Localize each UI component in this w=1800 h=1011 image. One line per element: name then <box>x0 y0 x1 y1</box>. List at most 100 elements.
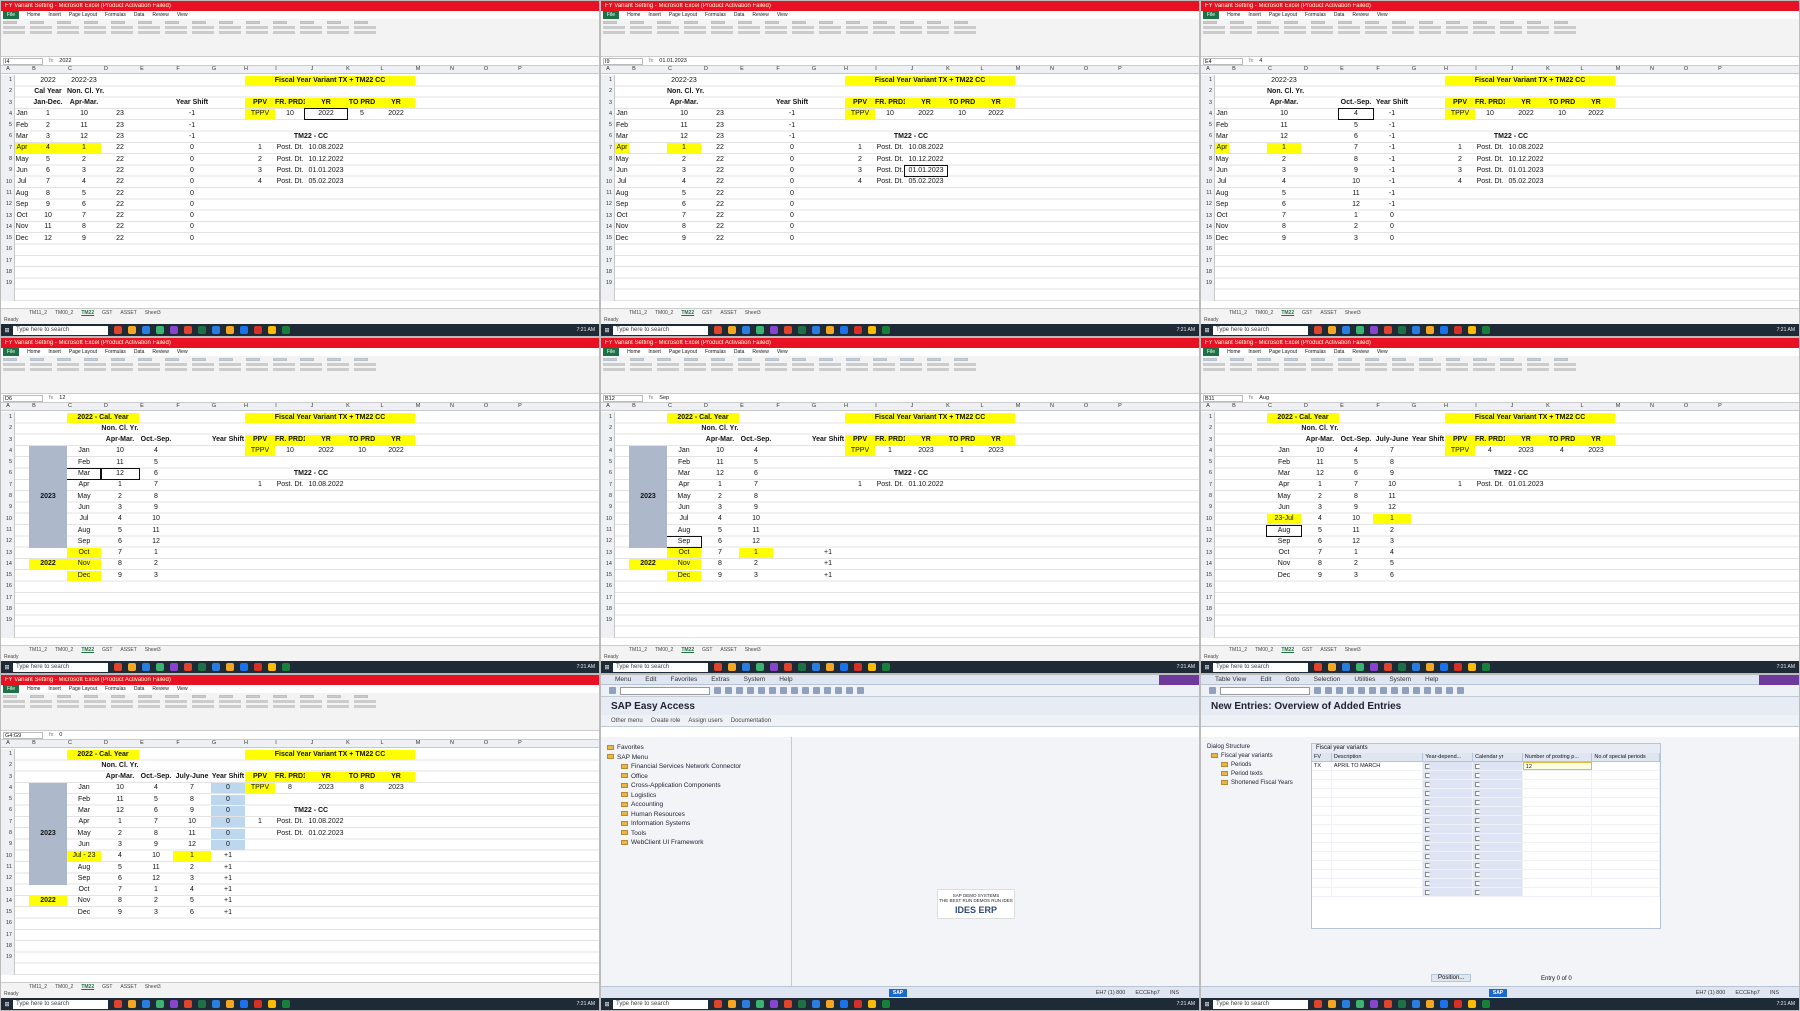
table-cell[interactable] <box>1592 771 1660 779</box>
year-label-2022[interactable]: 2022 <box>629 559 667 570</box>
checkbox[interactable] <box>1475 890 1481 895</box>
tree-node-label[interactable]: Favorites <box>617 744 644 751</box>
oct-sep-cell[interactable]: 10 <box>1339 514 1373 524</box>
fyv-header-cell[interactable]: YR <box>377 772 415 783</box>
cc-index-cell[interactable]: 4 <box>245 177 275 187</box>
year-cell[interactable]: 23 <box>101 132 139 142</box>
oct-sep-cell[interactable]: 5 <box>739 458 773 468</box>
fyv-value-cell[interactable]: 2022 <box>305 446 347 456</box>
taskbar-search-input[interactable]: Type here to search <box>13 662 108 672</box>
month-cell[interactable]: Dec <box>667 570 701 581</box>
year-shift-cell[interactable] <box>811 503 845 513</box>
year-shift-cell[interactable] <box>811 526 845 536</box>
year-shift-cell[interactable]: -1 <box>1373 143 1411 153</box>
column-letter[interactable]: O <box>469 740 503 746</box>
cell-c1[interactable]: 2022-23 <box>667 76 701 86</box>
sheet-tab-tm00_2[interactable]: TM00_2 <box>55 647 73 653</box>
row-number[interactable]: 5 <box>601 120 614 131</box>
month-cell[interactable]: Aug <box>615 189 629 199</box>
checkbox-cell[interactable] <box>1473 780 1523 788</box>
row-number[interactable]: 9 <box>601 502 614 513</box>
year-shift-cell[interactable] <box>811 492 845 502</box>
month-cell[interactable]: May <box>615 155 629 165</box>
row-number[interactable]: 16 <box>601 244 614 255</box>
dialog-node[interactable]: Shortened Fiscal Years <box>1207 779 1303 788</box>
fyv-value-cell[interactable]: 2023 <box>305 783 347 793</box>
row-number[interactable]: 10 <box>1 514 14 525</box>
sheet-tab-sheet3[interactable]: Sheet3 <box>745 310 761 316</box>
menu-item-review[interactable]: Review <box>152 686 168 692</box>
checkbox-cell[interactable] <box>1473 834 1523 842</box>
year-cell[interactable]: 22 <box>701 200 739 210</box>
tree-node-label[interactable]: Logistics <box>631 792 656 799</box>
month-cell[interactable]: Apr <box>1267 480 1301 490</box>
sap-window-controls[interactable] <box>1159 675 1199 685</box>
column-letter[interactable]: P <box>503 740 537 746</box>
taskbar-app-icon[interactable] <box>784 1000 792 1008</box>
july-june-cell[interactable]: 6 <box>173 908 211 918</box>
row-number[interactable]: 18 <box>1 941 14 952</box>
taskbar-app-icon[interactable] <box>1356 663 1364 671</box>
year-shift-cell[interactable]: +1 <box>211 908 245 918</box>
month-cell[interactable]: Apr <box>615 143 629 154</box>
tree-node[interactable]: Office <box>607 772 787 782</box>
row-number[interactable]: 14 <box>1 896 14 907</box>
row-number[interactable]: 15 <box>1 570 14 581</box>
taskbar-app-icon[interactable] <box>714 1000 722 1008</box>
cc-index-cell[interactable]: 1 <box>845 480 875 490</box>
year-cell[interactable]: 22 <box>701 143 739 153</box>
fyv-value-cell[interactable]: 4 <box>1547 446 1577 456</box>
year-shift-cell[interactable]: -1 <box>1373 166 1411 176</box>
month-cell[interactable]: Aug <box>67 526 101 536</box>
row-number[interactable]: 18 <box>601 267 614 278</box>
table-cell[interactable] <box>1592 843 1660 851</box>
ribbon-button-icon[interactable] <box>165 21 179 24</box>
fy-period-cell[interactable]: 2 <box>701 492 739 502</box>
sheet-tab-tm11_2[interactable]: TM11_2 <box>1229 647 1247 653</box>
fyv-value-cell[interactable]: 2023 <box>1505 446 1547 456</box>
fyv-header-cell[interactable]: YR <box>1577 98 1615 109</box>
year-cell[interactable]: 23 <box>101 121 139 131</box>
fy-period-cell[interactable]: 10 <box>667 109 701 119</box>
cc-index-cell[interactable] <box>245 829 275 839</box>
cell-area[interactable]: 2022-23 Non. Cl. Yr. Apr-Mar. Year Shift Jan… <box>615 75 1199 301</box>
row-number[interactable]: 12 <box>601 536 614 547</box>
oct-sep-cell[interactable]: 10 <box>1339 177 1373 187</box>
taskbar-app-icon[interactable] <box>282 326 290 334</box>
oct-sep-cell[interactable]: 9 <box>739 503 773 513</box>
sheet-tab-tm22[interactable]: TM22 <box>681 310 694 316</box>
month-cell[interactable]: Jul <box>1215 177 1229 187</box>
sap-menu-item[interactable]: Goto <box>1286 676 1300 683</box>
taskbar-search-input[interactable]: Type here to search <box>1213 662 1308 672</box>
month-cell[interactable]: May <box>15 155 29 165</box>
column-letter[interactable]: K <box>1533 66 1563 72</box>
month-cell[interactable]: May <box>67 829 101 839</box>
table-cell[interactable] <box>1592 888 1660 896</box>
taskbar-app-icon[interactable] <box>1384 663 1392 671</box>
tm22-cc-title[interactable]: TM22 - CC <box>275 132 347 142</box>
ribbon-button-icon[interactable] <box>846 358 860 361</box>
table-cell[interactable] <box>1523 888 1593 896</box>
tm22-cc-title[interactable]: TM22 - CC <box>875 469 947 479</box>
taskbar-app-icon[interactable] <box>812 663 820 671</box>
formula-input[interactable]: 01.01.2023 <box>659 58 687 64</box>
fyv-header-cell[interactable]: TO PRD <box>947 98 977 109</box>
fy-period-cell[interactable]: 11 <box>101 458 139 468</box>
column-letter[interactable]: E <box>725 403 759 409</box>
column-letter[interactable]: D <box>1287 403 1325 409</box>
row-number[interactable]: 12 <box>1201 199 1214 210</box>
column-letter[interactable]: A <box>1 66 15 72</box>
fyv-value-cell[interactable]: 10 <box>875 109 905 119</box>
cc-date-cell[interactable]: 01.10.2022 <box>905 480 947 490</box>
cell-c2[interactable]: Non. Cl. Yr. <box>667 87 704 97</box>
taskbar-app-icon[interactable] <box>1328 1000 1336 1008</box>
tree-node-label[interactable]: Human Resources <box>631 811 685 818</box>
ribbon-button-icon[interactable] <box>57 358 71 361</box>
taskbar-app-icon[interactable] <box>170 326 178 334</box>
menu-item-file[interactable]: File <box>1203 348 1220 356</box>
cell-e3[interactable]: Oct.-Sep. <box>1339 98 1373 108</box>
cell-d2[interactable]: Non. Cl. Yr. <box>1301 424 1339 434</box>
tm22-cc-title[interactable]: TM22 - CC <box>1475 132 1547 142</box>
column-header[interactable]: Number of posting p... <box>1523 753 1593 761</box>
table-cell[interactable] <box>1592 807 1660 815</box>
